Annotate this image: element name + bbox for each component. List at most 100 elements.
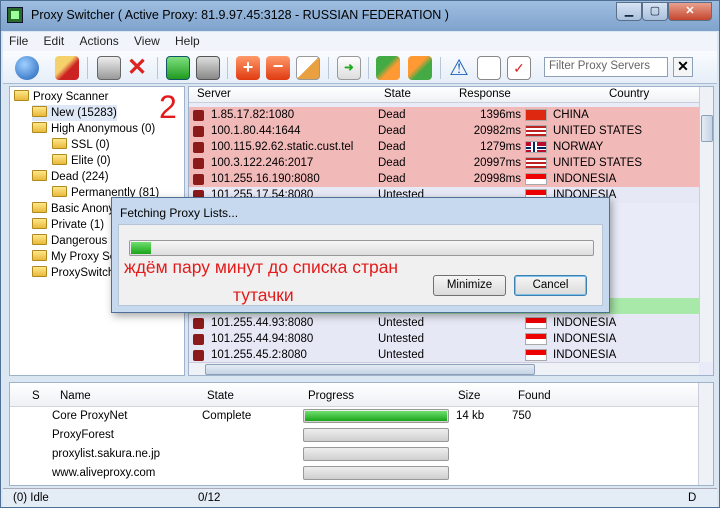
proxy-icon bbox=[193, 318, 204, 329]
tree-item[interactable]: My Proxy Se bbox=[32, 249, 116, 265]
grid-row[interactable]: 101.255.44.94:8080 Untested INDONESIA bbox=[189, 331, 699, 347]
col-response[interactable]: Response bbox=[459, 88, 511, 100]
filter-input[interactable]: Filter Proxy Servers bbox=[544, 57, 668, 77]
tree-item[interactable]: ProxySwitch bbox=[32, 265, 114, 281]
close-window-button[interactable]: ✕ bbox=[668, 2, 712, 21]
folder-icon bbox=[32, 106, 47, 117]
annotation-number: 2 bbox=[159, 89, 177, 125]
tree-item[interactable]: New (15283) bbox=[32, 105, 117, 121]
edit-icon[interactable] bbox=[296, 56, 320, 80]
col-state[interactable]: State bbox=[384, 88, 411, 100]
grid-row[interactable]: 100.115.92.62.static.cust.tel Dead 1279ms N… bbox=[189, 139, 699, 155]
menu-view[interactable]: View bbox=[128, 32, 166, 50]
col-s[interactable]: S bbox=[32, 390, 40, 402]
country-cell: INDONESIA bbox=[553, 173, 617, 185]
sources-scrollbar[interactable] bbox=[698, 383, 713, 485]
col-progress[interactable]: Progress bbox=[308, 390, 354, 402]
col-size[interactable]: Size bbox=[458, 390, 480, 402]
source-row[interactable]: www.aliveproxy.com bbox=[10, 464, 698, 483]
tree-item-label: Proxy Scanner bbox=[33, 91, 109, 103]
stop-icon[interactable] bbox=[196, 56, 220, 80]
play-icon[interactable] bbox=[166, 56, 190, 80]
tree-item-label: Dangerous ( bbox=[51, 235, 115, 247]
tree-item[interactable]: High Anonymous (0) bbox=[32, 121, 155, 137]
tree-item[interactable]: Dead (224) bbox=[32, 169, 109, 185]
grid-vertical-scrollbar[interactable] bbox=[699, 87, 713, 362]
response-cell: 1396ms bbox=[480, 109, 521, 121]
col-country[interactable]: Country bbox=[609, 88, 649, 100]
flag-icon bbox=[525, 141, 547, 153]
grid-row[interactable]: 1.85.17.82:1080 Dead 1396ms CHINA bbox=[189, 107, 699, 123]
annotation-text-line1: ждём пару минут до списка стран bbox=[124, 257, 399, 277]
grid-row[interactable]: 100.3.122.246:2017 Dead 20997ms UNITED STAT… bbox=[189, 155, 699, 171]
warning-icon[interactable]: ⚠ bbox=[447, 56, 471, 80]
source-progress-bar bbox=[303, 409, 449, 423]
server-cell: 101.255.16.190:8080 bbox=[211, 173, 320, 185]
col-source-state[interactable]: State bbox=[207, 390, 234, 402]
export-icon[interactable]: ➜ bbox=[337, 56, 361, 80]
server-cell: 101.255.44.93:8080 bbox=[211, 317, 314, 329]
magic-wand-icon[interactable] bbox=[55, 56, 79, 80]
folder-icon bbox=[14, 90, 29, 101]
state-cell: Dead bbox=[378, 109, 406, 121]
maximize-window-button[interactable]: ▢ bbox=[642, 2, 668, 21]
flag-icon bbox=[525, 317, 547, 329]
tree-item-label: Elite (0) bbox=[71, 155, 111, 167]
remove-icon[interactable]: − bbox=[266, 56, 290, 80]
col-name[interactable]: Name bbox=[60, 390, 91, 402]
source-progress-bar bbox=[303, 447, 449, 461]
menu-help[interactable]: Help bbox=[169, 32, 206, 50]
connect-icon[interactable] bbox=[376, 56, 400, 80]
grid-row[interactable]: 101.255.16.190:8080 Dead 20998ms INDONESIA bbox=[189, 171, 699, 187]
cancel-button[interactable]: Cancel bbox=[514, 275, 587, 296]
col-found[interactable]: Found bbox=[518, 390, 551, 402]
eject-icon[interactable] bbox=[15, 56, 39, 80]
grid-row[interactable]: 101.255.44.93:8080 Untested INDONESIA bbox=[189, 315, 699, 331]
country-cell: INDONESIA bbox=[553, 333, 617, 345]
main-window: Proxy Switcher ( Active Proxy: 81.9.97.4… bbox=[0, 0, 720, 508]
source-row[interactable]: Core ProxyNet Complete 14 kb 750 bbox=[10, 407, 698, 426]
mail-icon[interactable] bbox=[97, 56, 121, 80]
col-server[interactable]: Server bbox=[197, 88, 231, 100]
clear-filter-icon[interactable]: ✕ bbox=[673, 57, 693, 77]
tree-item[interactable]: Private (1) bbox=[32, 217, 104, 233]
disconnect-icon[interactable] bbox=[408, 56, 432, 80]
response-cell: 20998ms bbox=[473, 173, 521, 185]
state-cell: Dead bbox=[378, 157, 406, 169]
tree-item[interactable]: Dangerous ( bbox=[32, 233, 114, 249]
tree-item-label: High Anonymous (0) bbox=[51, 123, 156, 135]
grid-hscroll-thumb[interactable] bbox=[205, 364, 535, 375]
grid-row[interactable]: 101.255.45.2:8080 Untested INDONESIA bbox=[189, 347, 699, 363]
tree-item[interactable]: Elite (0) bbox=[52, 153, 111, 169]
source-row[interactable]: ProxyForest bbox=[10, 426, 698, 445]
delete-icon[interactable]: ✕ bbox=[125, 56, 149, 80]
grid-row[interactable]: 100.1.80.44:1644 Dead 20982ms UNITED STATES bbox=[189, 123, 699, 139]
title-bar[interactable]: Proxy Switcher ( Active Proxy: 81.9.97.4… bbox=[1, 1, 719, 31]
source-state: Complete bbox=[202, 410, 252, 422]
tree-item[interactable]: Proxy Scanner bbox=[14, 89, 108, 105]
grid-horizontal-scrollbar[interactable] bbox=[189, 362, 699, 375]
server-cell: 100.115.92.62.static.cust.tel bbox=[211, 141, 354, 153]
add-icon[interactable]: + bbox=[236, 56, 260, 80]
minimize-window-button[interactable]: ▁ bbox=[616, 2, 642, 21]
folder-icon bbox=[32, 250, 47, 261]
status-bar: (0) Idle 0/12 D bbox=[3, 488, 717, 507]
menu-edit[interactable]: Edit bbox=[38, 32, 71, 50]
source-row[interactable]: proxylist.sakura.ne.jp bbox=[10, 445, 698, 464]
grid-scroll-thumb[interactable] bbox=[701, 115, 713, 142]
app-icon bbox=[7, 7, 23, 23]
proxy-icon bbox=[193, 174, 204, 185]
source-progress-bar bbox=[303, 428, 449, 442]
state-cell: Dead bbox=[378, 173, 406, 185]
proxy-icon bbox=[193, 126, 204, 137]
country-cell: INDONESIA bbox=[553, 317, 617, 329]
folder-icon bbox=[32, 266, 47, 277]
tree-item-label: SSL (0) bbox=[71, 139, 110, 151]
tree-item[interactable]: SSL (0) bbox=[52, 137, 110, 153]
menu-actions[interactable]: Actions bbox=[73, 32, 124, 50]
list-icon[interactable] bbox=[477, 56, 501, 80]
minimize-button[interactable]: Minimize bbox=[433, 275, 506, 296]
checklist-icon[interactable]: ✓ bbox=[507, 56, 531, 80]
status-idle: (0) Idle bbox=[13, 492, 49, 504]
menu-file[interactable]: File bbox=[3, 32, 34, 50]
